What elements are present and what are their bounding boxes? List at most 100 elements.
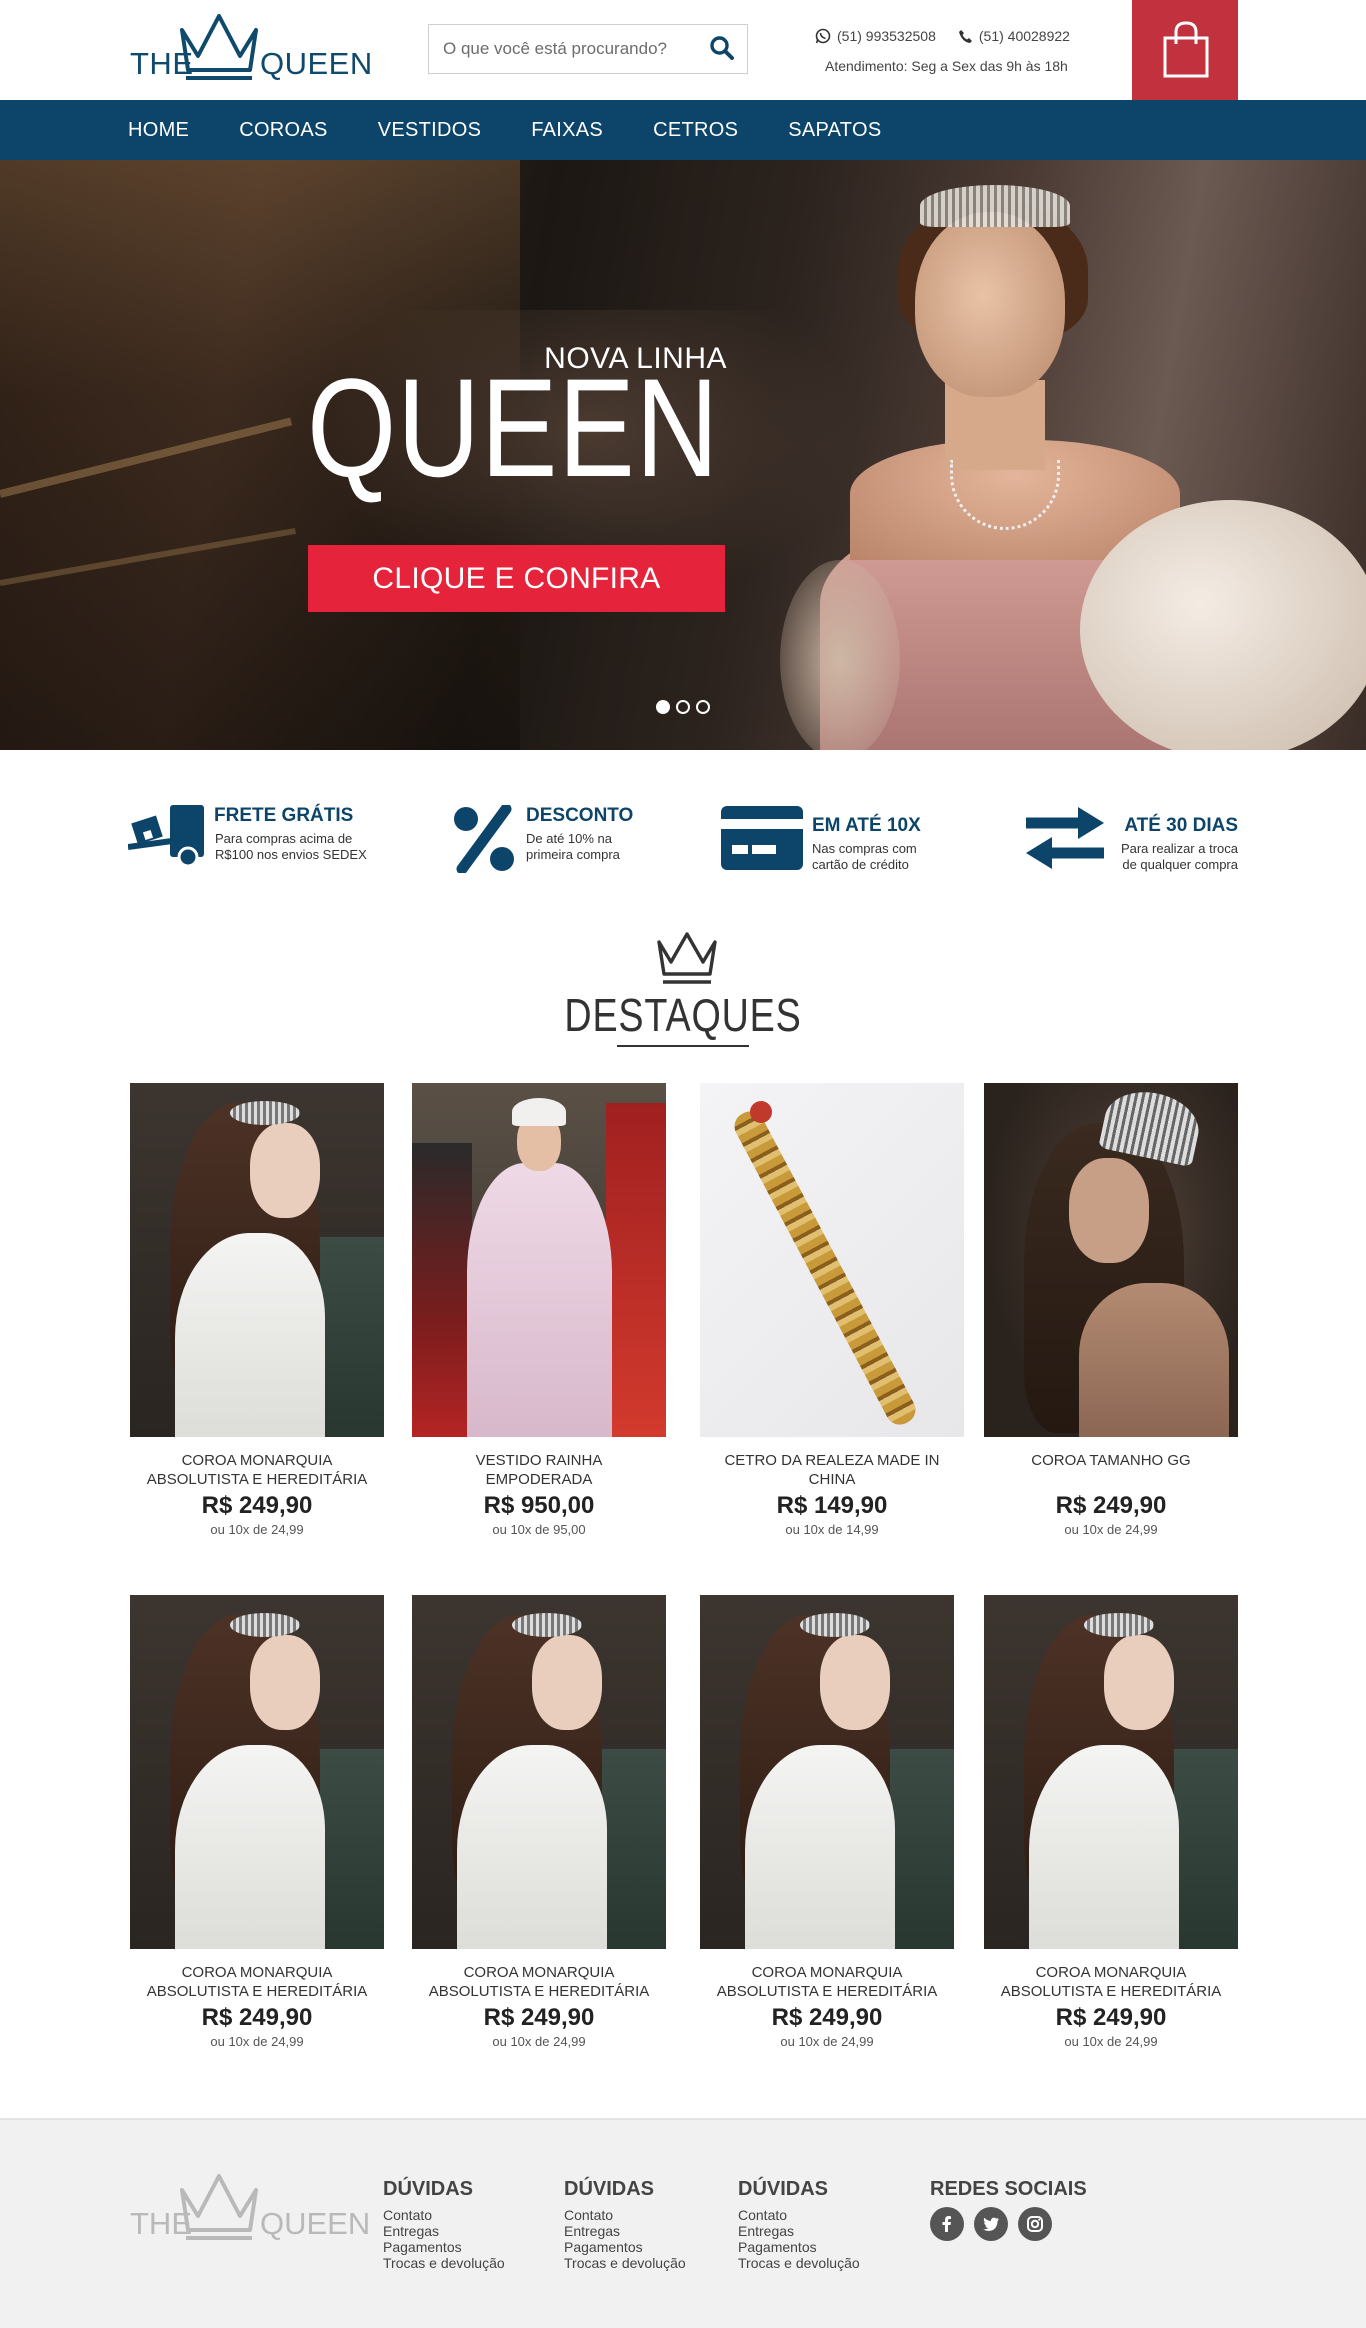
benefit-line: Nas compras com — [812, 841, 917, 856]
nav-item-cetros[interactable]: CETROS — [653, 100, 738, 160]
product-card[interactable]: COROA MONARQUIA ABSOLUTISTA E HEREDITÁRI… — [984, 1595, 1238, 2049]
product-name[interactable]: VESTIDO RAINHA EMPODERADA — [412, 1451, 666, 1489]
image-detail — [729, 1106, 921, 1430]
benefit-title: ATÉ 30 DIAS — [1124, 815, 1238, 836]
product-name[interactable]: COROA MONARQUIA ABSOLUTISTA E HEREDITÁRI… — [130, 1451, 384, 1489]
footer-link-contato[interactable]: Contato — [564, 2207, 686, 2223]
nav-item-coroas[interactable]: COROAS — [239, 100, 327, 160]
product-card[interactable]: COROA MONARQUIA ABSOLUTISTA E HEREDITÁRI… — [412, 1595, 666, 2049]
nav-item-vestidos[interactable]: VESTIDOS — [378, 100, 482, 160]
benefit-line: de qualquer compra — [1122, 857, 1238, 872]
image-detail — [1069, 1158, 1149, 1263]
product-name[interactable]: COROA MONARQUIA ABSOLUTISTA E HEREDITÁRI… — [984, 1963, 1238, 2001]
footer-link-entregas[interactable]: Entregas — [564, 2223, 686, 2239]
carousel-dot[interactable] — [696, 700, 710, 714]
image-detail — [412, 1143, 472, 1437]
product-installments: ou 10x de 14,99 — [785, 1522, 879, 1537]
footer-column-help: DÚVIDAS Contato Entregas Pagamentos Troc… — [383, 2178, 505, 2271]
product-image[interactable] — [412, 1595, 666, 1949]
product-installments: ou 10x de 24,99 — [210, 1522, 304, 1537]
footer-link-entregas[interactable]: Entregas — [738, 2223, 860, 2239]
product-name[interactable]: CETRO DA REALEZA MADE IN CHINA — [700, 1451, 964, 1489]
hero-queen-fur — [780, 560, 900, 750]
product-card[interactable]: CETRO DA REALEZA MADE IN CHINA R$ 149,90… — [700, 1083, 964, 1537]
benefit-line: De até 10% na — [526, 831, 613, 846]
facebook-link[interactable] — [930, 2207, 964, 2241]
brand-logo[interactable]: THE QUEEN — [128, 12, 372, 82]
image-detail — [512, 1613, 582, 1637]
benefits-bar: FRETE GRÁTIS Para compras acima de R$100… — [0, 750, 1366, 900]
footer-column-help: DÚVIDAS Contato Entregas Pagamentos Troc… — [564, 2178, 686, 2271]
whatsapp-contact[interactable]: (51) 993532508 — [815, 28, 936, 44]
image-detail — [250, 1123, 320, 1218]
product-name[interactable]: COROA MONARQUIA ABSOLUTISTA E HEREDITÁRI… — [412, 1963, 666, 2001]
image-detail — [820, 1635, 890, 1730]
product-image[interactable] — [984, 1595, 1238, 1949]
benefit-title: FRETE GRÁTIS — [214, 805, 354, 826]
search-input[interactable] — [429, 25, 699, 73]
twitter-link[interactable] — [974, 2207, 1008, 2241]
footer-link-pagamentos[interactable]: Pagamentos — [383, 2239, 505, 2255]
nav-item-sapatos[interactable]: SAPATOS — [788, 100, 881, 160]
hero-title: QUEEN — [307, 349, 720, 506]
percent-icon — [454, 805, 514, 873]
product-image[interactable] — [984, 1083, 1238, 1437]
footer-link-trocas[interactable]: Trocas e devolução — [738, 2255, 860, 2271]
search-button[interactable] — [709, 35, 739, 65]
footer-link-entregas[interactable]: Entregas — [383, 2223, 505, 2239]
footer-link-contato[interactable]: Contato — [738, 2207, 860, 2223]
benefit-description: Para compras acima de R$100 nos envios S… — [215, 831, 367, 863]
image-detail — [1104, 1635, 1174, 1730]
hero-cta-button[interactable]: CLIQUE E CONFIRA — [308, 545, 725, 612]
product-price: R$ 950,00 — [483, 1492, 595, 1519]
nav-item-faixas[interactable]: FAIXAS — [531, 100, 603, 160]
benefit-discount: DESCONTO De até 10% na primeira compra — [452, 805, 682, 885]
footer-column-title: DÚVIDAS — [383, 2178, 474, 2200]
hero-queen-face — [915, 212, 1065, 397]
featured-section-header: DESTAQUES — [0, 930, 1366, 1060]
product-card[interactable]: COROA MONARQUIA ABSOLUTISTA E HEREDITÁRI… — [700, 1595, 954, 2049]
product-image[interactable] — [700, 1083, 964, 1437]
whatsapp-icon — [815, 28, 831, 44]
product-card[interactable]: VESTIDO RAINHA EMPODERADA R$ 950,00 ou 1… — [412, 1083, 666, 1537]
product-card[interactable]: COROA TAMANHO GG R$ 249,90 ou 10x de 24,… — [984, 1083, 1238, 1537]
hero-queen-tiara — [920, 185, 1070, 227]
instagram-link[interactable] — [1018, 2207, 1052, 2241]
benefit-description: De até 10% na primeira compra — [526, 831, 620, 863]
footer-link-pagamentos[interactable]: Pagamentos — [738, 2239, 860, 2255]
product-image[interactable] — [412, 1083, 666, 1437]
footer-link-trocas[interactable]: Trocas e devolução — [564, 2255, 686, 2271]
product-price: R$ 249,90 — [771, 2004, 883, 2031]
product-image[interactable] — [130, 1083, 384, 1437]
image-detail — [175, 1745, 325, 1949]
nav-item-home[interactable]: HOME — [128, 100, 189, 160]
image-detail — [230, 1101, 300, 1125]
product-image[interactable] — [130, 1595, 384, 1949]
product-installments: ou 10x de 24,99 — [210, 2034, 304, 2049]
product-image[interactable] — [700, 1595, 954, 1949]
footer-logo[interactable]: THE QUEEN — [128, 2172, 370, 2242]
image-detail — [250, 1635, 320, 1730]
image-detail — [1084, 1613, 1154, 1637]
phone-contact[interactable]: (51) 40028922 — [958, 28, 1070, 44]
footer-link-pagamentos[interactable]: Pagamentos — [564, 2239, 686, 2255]
carousel-dot[interactable] — [676, 700, 690, 714]
image-detail — [1029, 1745, 1179, 1949]
product-card[interactable]: COROA MONARQUIA ABSOLUTISTA E HEREDITÁRI… — [130, 1595, 384, 2049]
product-price: R$ 249,90 — [483, 2004, 595, 2031]
footer-link-trocas[interactable]: Trocas e devolução — [383, 2255, 505, 2271]
product-installments: ou 10x de 24,99 — [492, 2034, 586, 2049]
product-name[interactable]: COROA TAMANHO GG — [984, 1451, 1238, 1489]
footer-link-contato[interactable]: Contato — [383, 2207, 505, 2223]
product-name[interactable]: COROA MONARQUIA ABSOLUTISTA E HEREDITÁRI… — [700, 1963, 954, 2001]
crown-logo-icon — [180, 14, 258, 80]
product-name[interactable]: COROA MONARQUIA ABSOLUTISTA E HEREDITÁRI… — [130, 1963, 384, 2001]
image-detail — [800, 1613, 870, 1637]
cart-button[interactable] — [1132, 0, 1238, 100]
footer-social-title: REDES SOCIAIS — [930, 2178, 1087, 2200]
carousel-dot[interactable] — [656, 700, 670, 714]
product-installments: ou 10x de 24,99 — [1064, 2034, 1158, 2049]
product-price: R$ 249,90 — [201, 2004, 313, 2031]
product-card[interactable]: COROA MONARQUIA ABSOLUTISTA E HEREDITÁRI… — [130, 1083, 384, 1537]
whatsapp-number: (51) 993532508 — [837, 28, 936, 44]
